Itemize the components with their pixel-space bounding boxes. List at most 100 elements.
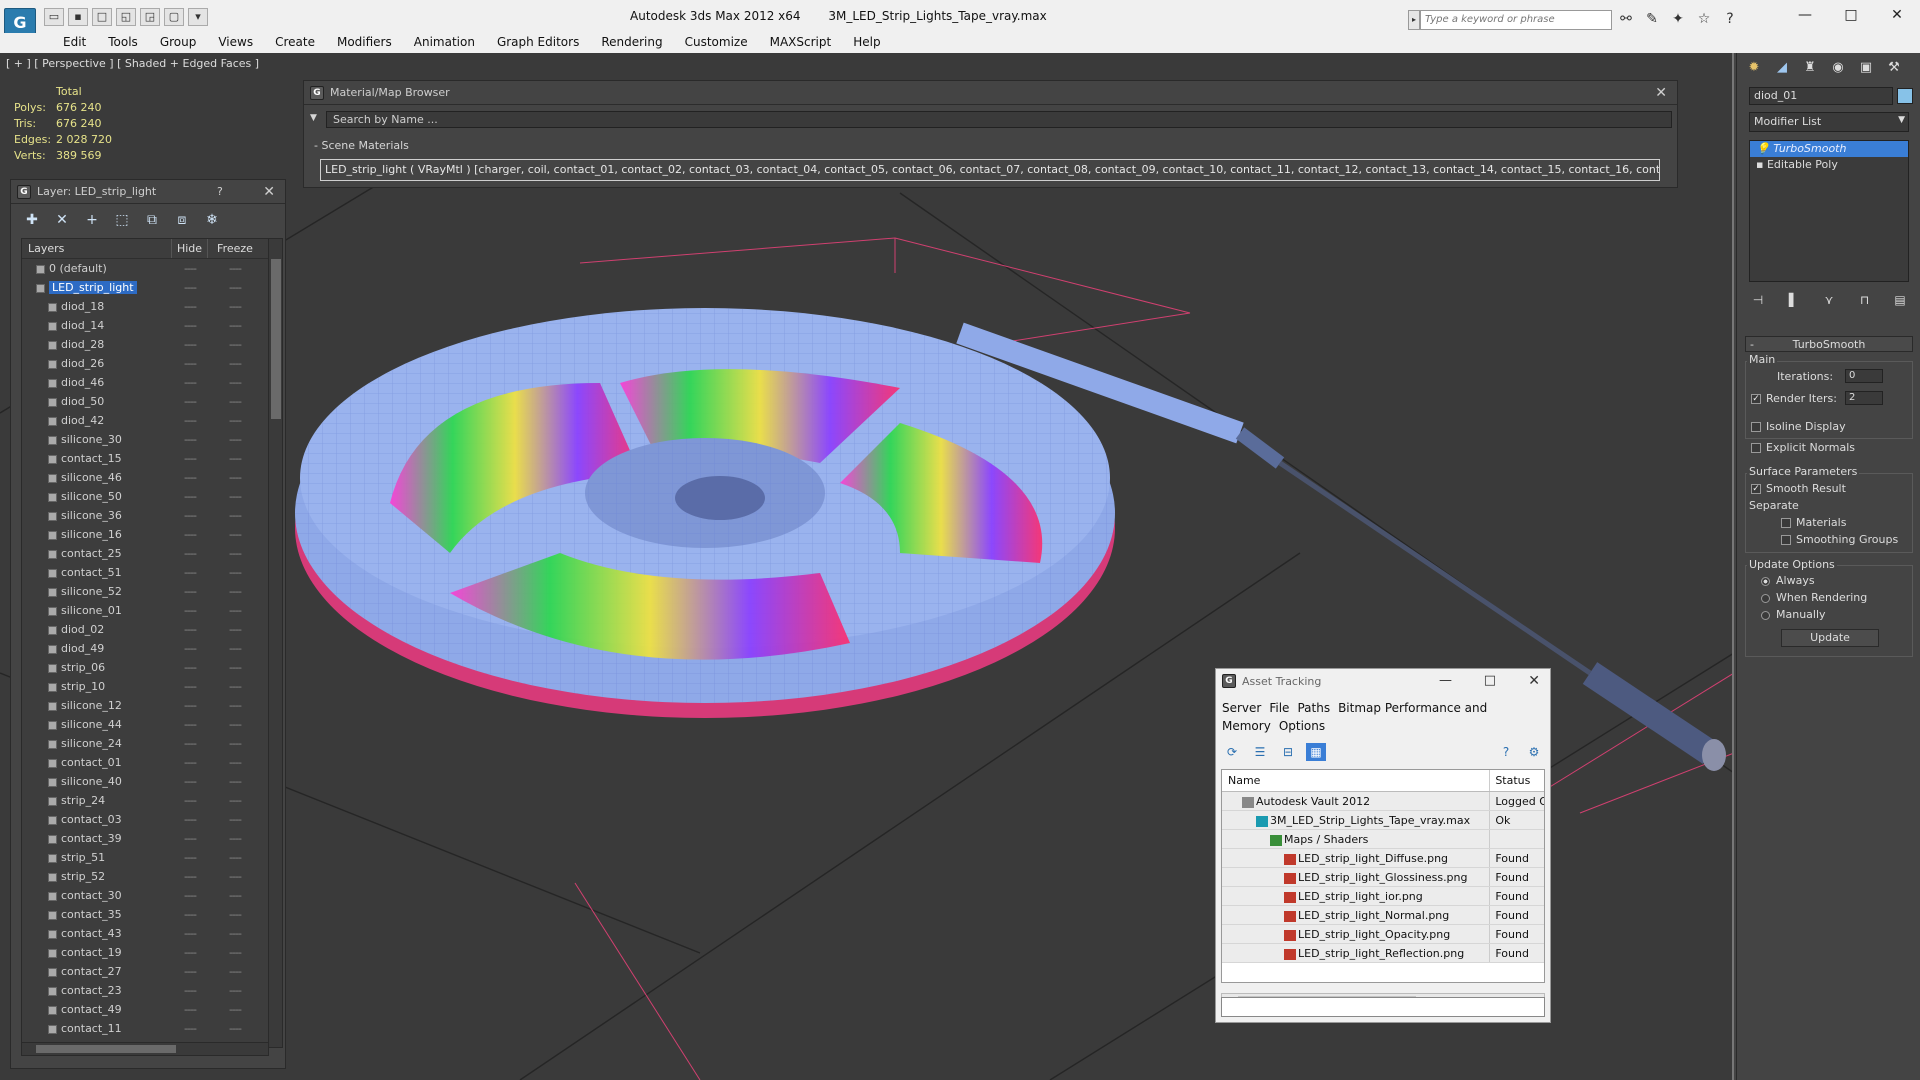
maximize-icon[interactable]: □ — [1828, 0, 1874, 30]
smooth-result-checkbox[interactable]: ✓ Smooth Result — [1751, 482, 1846, 495]
menu-help[interactable]: Help — [842, 33, 891, 53]
display-tab-icon[interactable]: ▣ — [1857, 59, 1875, 77]
infocenter-search-input[interactable]: Type a keyword or phrase — [1420, 10, 1612, 30]
asset-menu-paths[interactable]: Paths — [1297, 701, 1330, 715]
hide-toggle[interactable]: ---- — [172, 696, 208, 715]
hierarchy-tab-icon[interactable]: ♜ — [1801, 59, 1819, 77]
freeze-toggle[interactable]: ---- — [208, 943, 262, 962]
layer-row[interactable]: strip_51 ---- ---- — [22, 848, 282, 867]
hide-toggle[interactable]: ---- — [172, 601, 208, 620]
hide-toggle[interactable]: ---- — [172, 1000, 208, 1019]
layer-row[interactable]: silicone_16 ---- ---- — [22, 525, 282, 544]
freeze-toggle[interactable]: ---- — [208, 962, 262, 981]
create-layer-icon[interactable]: ✚ — [21, 210, 43, 230]
asset-tracking-titlebar[interactable]: G Asset Tracking — [1216, 669, 1550, 693]
viewport-label[interactable]: [ + ] [ Perspective ] [ Shaded + Edged F… — [6, 57, 259, 70]
freeze-toggle[interactable]: ---- — [208, 411, 262, 430]
freeze-toggle[interactable]: ---- — [208, 658, 262, 677]
pin-stack-icon[interactable]: ⊣ — [1749, 291, 1767, 309]
freeze-toggle[interactable]: ---- — [208, 1019, 262, 1038]
hide-toggle[interactable]: ---- — [172, 886, 208, 905]
freeze-toggle[interactable]: ---- — [208, 316, 262, 335]
asset-row[interactable]: LED_strip_light_Diffuse.png Found — [1222, 849, 1544, 868]
layer-row[interactable]: diod_02 ---- ---- — [22, 620, 282, 639]
update-when-rendering-radio[interactable]: When Rendering — [1761, 591, 1867, 604]
material-browser-titlebar[interactable]: G Material/Map Browser — [304, 81, 1677, 105]
layer-row[interactable]: silicone_50 ---- ---- — [22, 487, 282, 506]
search-expand-icon[interactable]: ▸ — [1408, 10, 1420, 30]
select-objects-icon[interactable]: ⬚ — [111, 210, 133, 230]
update-button[interactable]: Update — [1781, 629, 1879, 647]
layer-row[interactable]: silicone_46 ---- ---- — [22, 468, 282, 487]
freeze-all-icon[interactable]: ❄ — [201, 210, 223, 230]
freeze-toggle[interactable]: ---- — [208, 335, 262, 354]
status-column-header[interactable]: Status — [1490, 770, 1544, 791]
layer-row[interactable]: diod_49 ---- ---- — [22, 639, 282, 658]
layer-row[interactable]: diod_18 ---- ---- — [22, 297, 282, 316]
freeze-toggle[interactable]: ---- — [208, 582, 262, 601]
freeze-toggle[interactable]: ---- — [208, 354, 262, 373]
hide-toggle[interactable]: ---- — [172, 373, 208, 392]
layer-row[interactable]: diod_14 ---- ---- — [22, 316, 282, 335]
freeze-toggle[interactable]: ---- — [208, 867, 262, 886]
asset-row[interactable]: LED_strip_light_Normal.png Found — [1222, 906, 1544, 925]
update-manually-radio[interactable]: Manually — [1761, 608, 1826, 621]
layer-horizontal-scrollbar[interactable] — [21, 1042, 269, 1056]
hide-toggle[interactable]: ---- — [172, 772, 208, 791]
layer-row[interactable]: contact_49 ---- ---- — [22, 1000, 282, 1019]
layer-row[interactable]: diod_46 ---- ---- — [22, 373, 282, 392]
material-entry[interactable]: LED_strip_light ( VRayMtl ) [charger, co… — [320, 159, 1660, 181]
freeze-toggle[interactable]: ---- — [208, 506, 262, 525]
stack-item-turbosmooth[interactable]: 💡 TurboSmooth — [1750, 141, 1908, 157]
hide-toggle[interactable]: ---- — [172, 525, 208, 544]
refresh-icon[interactable]: ⟳ — [1222, 743, 1242, 761]
stack-item-editable-poly[interactable]: ▪ Editable Poly — [1750, 157, 1908, 173]
modifier-list-dropdown[interactable]: Modifier List ▼ — [1749, 112, 1909, 132]
render-iters-spinner[interactable]: 2 — [1845, 391, 1883, 405]
hide-toggle[interactable]: ---- — [172, 715, 208, 734]
freeze-toggle[interactable]: ---- — [208, 392, 262, 411]
asset-menu-bitmap-performance-and-memory[interactable]: Bitmap Performance and Memory — [1222, 701, 1487, 733]
hide-column-header[interactable]: Hide — [172, 239, 208, 258]
hide-toggle[interactable]: ---- — [172, 449, 208, 468]
freeze-toggle[interactable]: ---- — [208, 753, 262, 772]
show-end-result-icon[interactable]: ▌ — [1785, 291, 1803, 309]
object-name-input[interactable]: diod_01 — [1749, 87, 1893, 105]
layer-row[interactable]: 0 (default) ---- ---- — [22, 259, 282, 278]
material-search-input[interactable]: Search by Name ... — [326, 111, 1672, 128]
hide-toggle[interactable]: ---- — [172, 962, 208, 981]
freeze-toggle[interactable]: ---- — [208, 829, 262, 848]
layer-row[interactable]: contact_43 ---- ---- — [22, 924, 282, 943]
communication-icon[interactable]: ✦ — [1668, 9, 1688, 29]
close-icon[interactable]: ✕ — [1528, 673, 1540, 689]
freeze-toggle[interactable]: ---- — [208, 620, 262, 639]
freeze-toggle[interactable]: ---- — [208, 259, 262, 278]
layer-row[interactable]: contact_51 ---- ---- — [22, 563, 282, 582]
layer-row[interactable]: strip_06 ---- ---- — [22, 658, 282, 677]
layer-row[interactable]: contact_01 ---- ---- — [22, 753, 282, 772]
freeze-toggle[interactable]: ---- — [208, 563, 262, 582]
iterations-spinner[interactable]: 0 — [1845, 369, 1883, 383]
freeze-toggle[interactable]: ---- — [208, 886, 262, 905]
help-icon[interactable]: ? — [1496, 743, 1516, 761]
menu-modifiers[interactable]: Modifiers — [326, 33, 403, 53]
open-file-icon[interactable]: ▭ — [44, 8, 64, 26]
hide-toggle[interactable]: ---- — [172, 620, 208, 639]
freeze-toggle[interactable]: ---- — [208, 810, 262, 829]
menu-graph-editors[interactable]: Graph Editors — [486, 33, 590, 53]
freeze-toggle[interactable]: ---- — [208, 468, 262, 487]
asset-row[interactable]: LED_strip_light_ior.png Found — [1222, 887, 1544, 906]
scroll-thumb[interactable] — [271, 259, 281, 419]
menu-group[interactable]: Group — [149, 33, 208, 53]
layer-row[interactable]: LED_strip_light ---- ---- — [22, 278, 282, 297]
object-color-swatch[interactable] — [1897, 88, 1913, 104]
hide-toggle[interactable]: ---- — [172, 563, 208, 582]
layer-row[interactable]: strip_10 ---- ---- — [22, 677, 282, 696]
table-view-icon[interactable]: ▦ — [1306, 743, 1326, 761]
layer-row[interactable]: silicone_24 ---- ---- — [22, 734, 282, 753]
hide-toggle[interactable]: ---- — [172, 810, 208, 829]
menu-animation[interactable]: Animation — [403, 33, 486, 53]
layer-row[interactable]: diod_42 ---- ---- — [22, 411, 282, 430]
hide-toggle[interactable]: ---- — [172, 791, 208, 810]
layer-row[interactable]: contact_11 ---- ---- — [22, 1019, 282, 1038]
